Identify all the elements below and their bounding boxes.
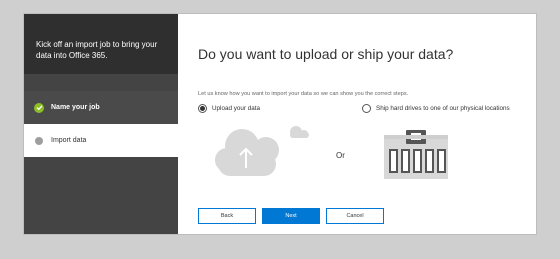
next-button[interactable]: Next bbox=[262, 208, 320, 224]
drive-enclosure-icon bbox=[384, 130, 448, 179]
step-label: Name your job bbox=[51, 104, 100, 111]
step-label: Import data bbox=[51, 137, 87, 144]
upload-option[interactable]: Upload your data bbox=[198, 104, 260, 113]
ship-option[interactable]: Ship hard drives to one of our physical … bbox=[362, 104, 510, 113]
wizard-sidebar: Kick off an import job to bring your dat… bbox=[24, 14, 178, 234]
page-title: Do you want to upload or ship your data? bbox=[198, 46, 454, 62]
ship-option-label: Ship hard drives to one of our physical … bbox=[376, 105, 510, 112]
cloud-icon bbox=[215, 126, 309, 176]
wizard-content: Do you want to upload or ship your data?… bbox=[178, 14, 536, 234]
instruction-text: Let us know how you want to import your … bbox=[198, 91, 409, 97]
step-import-data[interactable]: Import data bbox=[24, 124, 178, 157]
step-dot-icon bbox=[35, 136, 43, 145]
cancel-button[interactable]: Cancel bbox=[326, 208, 384, 224]
check-icon bbox=[34, 102, 44, 113]
import-wizard: Kick off an import job to bring your dat… bbox=[24, 14, 536, 234]
step-name-your-job[interactable]: Name your job bbox=[24, 91, 178, 124]
ship-radio[interactable] bbox=[362, 104, 371, 113]
upload-radio[interactable] bbox=[198, 104, 207, 113]
back-button[interactable]: Back bbox=[198, 208, 256, 224]
upload-option-label: Upload your data bbox=[212, 105, 260, 112]
sidebar-header: Kick off an import job to bring your dat… bbox=[24, 14, 178, 74]
or-divider-text: Or bbox=[336, 151, 345, 160]
